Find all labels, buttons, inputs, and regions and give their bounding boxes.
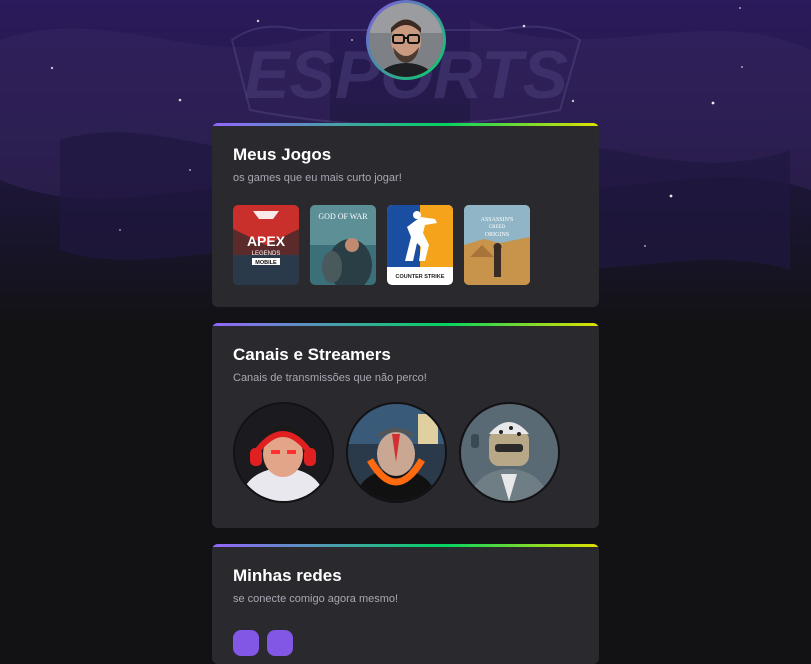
svg-text:CREED: CREED — [489, 225, 506, 230]
streamer-avatar-1-icon — [235, 404, 332, 501]
counter-strike-cover-icon: COUNTER STRIKE — [387, 205, 453, 285]
god-of-war-cover-icon: GOD OF WAR — [310, 205, 376, 285]
streamer-3[interactable] — [459, 402, 560, 503]
svg-text:MOBILE: MOBILE — [255, 260, 277, 266]
networks-title: Minhas redes — [233, 566, 342, 585]
game-apex-legends[interactable]: APEX LEGENDS MOBILE — [233, 205, 299, 285]
apex-legends-mobile-cover-icon: APEX LEGENDS MOBILE — [233, 205, 299, 285]
svg-text:APEX: APEX — [247, 233, 286, 249]
svg-text:ORIGINS: ORIGINS — [485, 232, 509, 238]
svg-text:ASSASSIN'S: ASSASSIN'S — [481, 217, 514, 223]
networks-subtitle: se conecte comigo agora mesmo! — [233, 593, 399, 605]
profile-photo-icon — [369, 3, 443, 77]
streamers-list — [233, 402, 578, 503]
game-assassins-creed-origins[interactable]: ASSASSIN'S CREED ORIGINS — [464, 205, 530, 285]
games-subtitle: os games que eu mais curto jogar! — [233, 172, 402, 184]
streamers-title: Canais e Streamers — [233, 345, 391, 364]
streamers-subtitle: Canais de transmissões que não perco! — [233, 372, 427, 384]
streamers-card: Canais e Streamers Canais de transmissõe… — [212, 323, 599, 528]
social-link-1[interactable] — [233, 630, 259, 656]
social-link-2[interactable] — [267, 630, 293, 656]
games-card: Meus Jogos os games que eu mais curto jo… — [212, 123, 599, 307]
games-list: APEX LEGENDS MOBILE GOD OF WAR COUNTER S… — [233, 205, 578, 285]
game-counter-strike[interactable]: COUNTER STRIKE — [387, 205, 453, 285]
svg-text:COUNTER STRIKE: COUNTER STRIKE — [396, 274, 445, 280]
social-links — [233, 630, 578, 656]
streamer-1[interactable] — [233, 402, 334, 503]
streamer-avatar-3-icon — [461, 404, 558, 501]
svg-text:LEGENDS: LEGENDS — [252, 251, 281, 257]
svg-text:GOD OF WAR: GOD OF WAR — [318, 212, 368, 221]
networks-card: Minhas redes se conecte comigo agora mes… — [212, 544, 599, 664]
games-title: Meus Jogos — [233, 145, 332, 164]
profile-avatar — [366, 0, 446, 80]
assassins-creed-origins-cover-icon: ASSASSIN'S CREED ORIGINS — [464, 205, 530, 285]
streamer-avatar-2-icon — [348, 404, 445, 501]
streamer-2[interactable] — [346, 402, 447, 503]
game-god-of-war[interactable]: GOD OF WAR — [310, 205, 376, 285]
